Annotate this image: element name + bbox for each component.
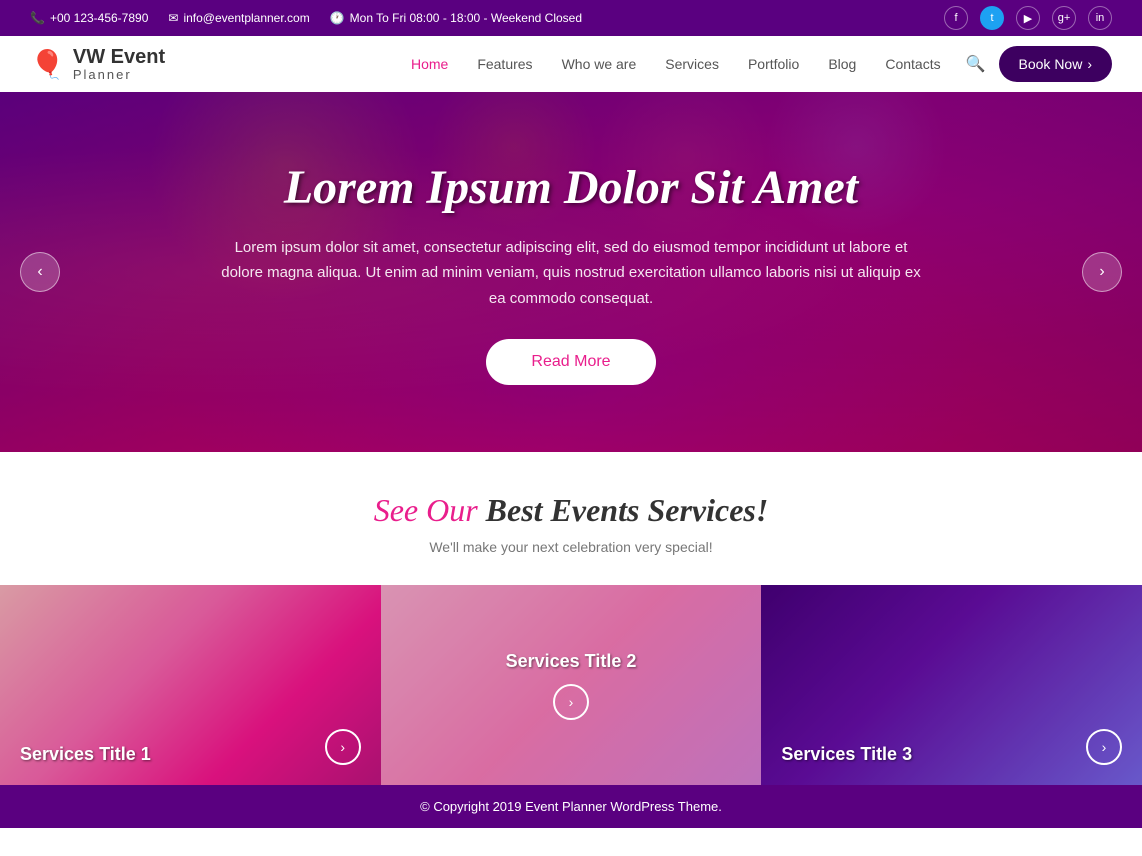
brand-sub: Planner (73, 68, 165, 82)
slider-prev-button[interactable]: ‹ (20, 252, 60, 292)
linkedin-icon[interactable]: in (1088, 6, 1112, 30)
services-title-part1: See Our (374, 492, 478, 528)
logo: 🎈 VW Event Planner (30, 46, 165, 82)
services-section: See Our Best Events Services! We'll make… (0, 452, 1142, 785)
service-card-2[interactable]: Services Title 2 › (381, 585, 762, 785)
card2-arrow[interactable]: › (553, 684, 589, 720)
nav-contacts[interactable]: Contacts (873, 48, 952, 80)
services-title-part2: Best Events Services! (478, 492, 769, 528)
service-card-3[interactable]: Services Title 3 › (761, 585, 1142, 785)
nav-portfolio[interactable]: Portfolio (736, 48, 811, 80)
googleplus-icon[interactable]: g+ (1052, 6, 1076, 30)
nav-blog[interactable]: Blog (816, 48, 868, 80)
phone-item: 📞 +00 123-456-7890 (30, 11, 148, 25)
card3-title: Services Title 3 (781, 744, 912, 765)
brand-name: VW Event (73, 46, 165, 68)
footer-text: © Copyright 2019 Event Planner WordPress… (420, 799, 722, 814)
read-more-button[interactable]: Read More (486, 339, 655, 385)
search-icon[interactable]: 🔍 (958, 46, 994, 82)
nav-who-we-are[interactable]: Who we are (550, 48, 649, 80)
hero-text: Lorem ipsum dolor sit amet, consectetur … (216, 235, 926, 312)
services-heading: See Our Best Events Services! (30, 492, 1112, 529)
nav-features[interactable]: Features (465, 48, 544, 80)
card1-content: Services Title 1 › (0, 585, 381, 785)
hours-text: Mon To Fri 08:00 - 18:00 - Weekend Close… (350, 11, 582, 25)
service-card-1[interactable]: Services Title 1 › (0, 585, 381, 785)
hero-title: Lorem Ipsum Dolor Sit Amet (216, 160, 926, 215)
hours-item: 🕐 Mon To Fri 08:00 - 18:00 - Weekend Clo… (330, 11, 582, 25)
email-item: ✉ info@eventplanner.com (168, 11, 309, 25)
hero-content: Lorem Ipsum Dolor Sit Amet Lorem ipsum d… (196, 160, 946, 386)
nav-home[interactable]: Home (399, 48, 460, 80)
card2-title: Services Title 2 (506, 651, 637, 672)
top-bar-left: 📞 +00 123-456-7890 ✉ info@eventplanner.c… (30, 11, 582, 25)
header: 🎈 VW Event Planner Home Features Who we … (0, 36, 1142, 92)
phone-number: +00 123-456-7890 (50, 11, 148, 25)
top-bar: 📞 +00 123-456-7890 ✉ info@eventplanner.c… (0, 0, 1142, 36)
logo-text: VW Event Planner (73, 46, 165, 82)
nav-services[interactable]: Services (653, 48, 731, 80)
logo-icon: 🎈 (30, 48, 65, 81)
card1-title: Services Title 1 (20, 744, 151, 765)
card1-arrow[interactable]: › (325, 729, 361, 765)
facebook-icon[interactable]: f (944, 6, 968, 30)
email-address: info@eventplanner.com (183, 11, 309, 25)
book-now-button[interactable]: Book Now › (999, 46, 1112, 82)
clock-icon: 🕐 (330, 11, 345, 25)
arrow-icon: › (1087, 56, 1092, 72)
card2-content: Services Title 2 › (381, 585, 762, 785)
hero-slider: ‹ Lorem Ipsum Dolor Sit Amet Lorem ipsum… (0, 92, 1142, 452)
card3-arrow[interactable]: › (1086, 729, 1122, 765)
twitter-icon[interactable]: t (980, 6, 1004, 30)
social-links: f t ▶ g+ in (944, 6, 1112, 30)
phone-icon: 📞 (30, 11, 45, 25)
footer: © Copyright 2019 Event Planner WordPress… (0, 785, 1142, 828)
email-icon: ✉ (168, 11, 178, 25)
service-cards: Services Title 1 › Services Title 2 › Se… (0, 585, 1142, 785)
main-nav: Home Features Who we are Services Portfo… (399, 46, 1112, 82)
card3-content: Services Title 3 › (761, 585, 1142, 785)
youtube-icon[interactable]: ▶ (1016, 6, 1040, 30)
slider-next-button[interactable]: › (1082, 252, 1122, 292)
services-subtitle: We'll make your next celebration very sp… (30, 539, 1112, 555)
